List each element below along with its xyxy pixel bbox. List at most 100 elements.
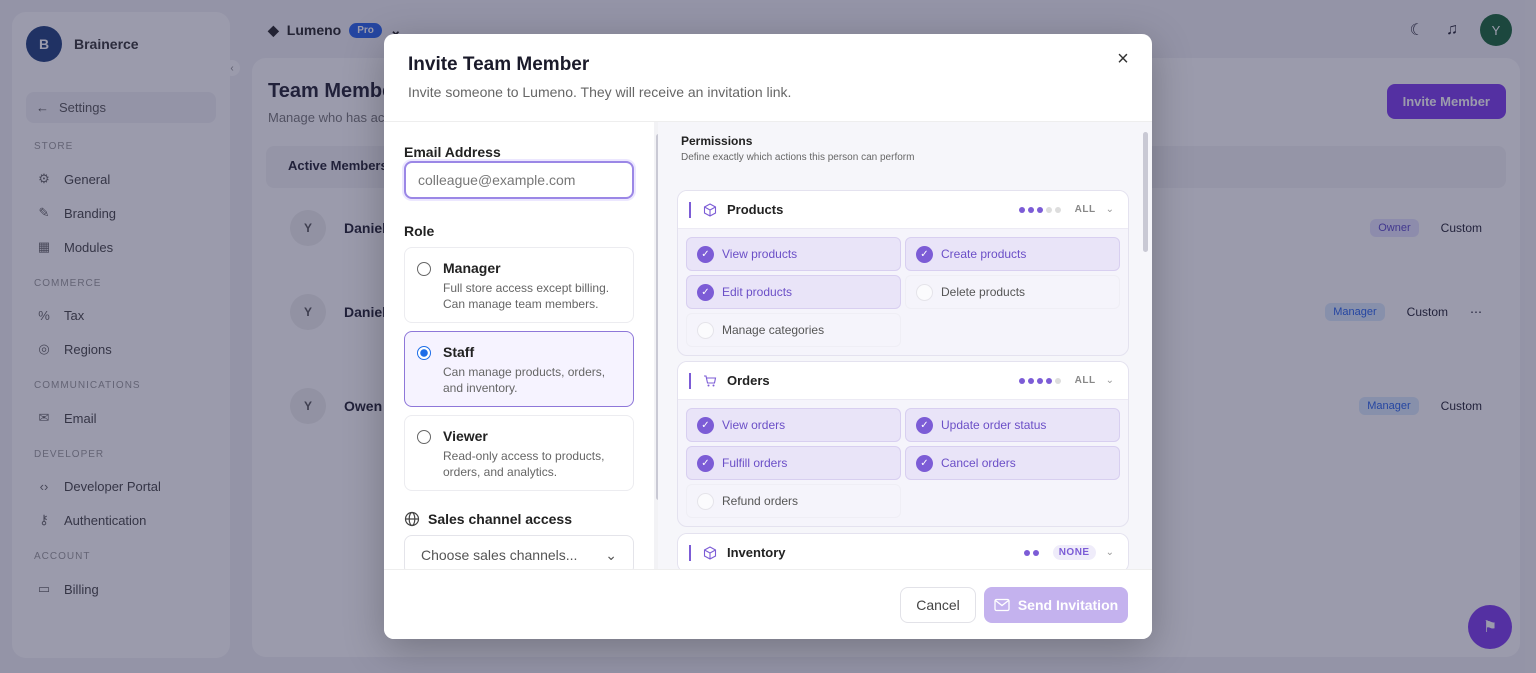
permission-label: Edit products [722, 285, 793, 299]
group-status[interactable]: NONE [1052, 545, 1096, 560]
permission-label: Cancel orders [941, 456, 1016, 470]
box-icon [703, 545, 717, 560]
permission-label: Manage categories [722, 323, 825, 337]
check-icon: ✓ [916, 454, 933, 472]
permission-label: View orders [722, 418, 786, 432]
permission-edit-products[interactable]: ✓ Edit products [686, 275, 901, 309]
level-dot [1032, 549, 1039, 556]
permission-create-products[interactable]: ✓ Create products [905, 237, 1120, 271]
permission-label: Refund orders [722, 494, 799, 508]
level-dot [1018, 377, 1025, 384]
group-status[interactable]: ALL [1075, 375, 1096, 386]
check-icon: ✓ [697, 283, 714, 301]
permission-cancel-orders[interactable]: ✓ Cancel orders [905, 446, 1120, 480]
level-dot [1045, 377, 1052, 384]
permission-delete-products[interactable]: Delete products [905, 275, 1120, 309]
modal-header: Invite Team Member Invite someone to Lum… [384, 34, 1152, 122]
check-icon: ✓ [697, 454, 714, 472]
group-name: Orders [727, 373, 770, 388]
permissions-title: Permissions [681, 134, 753, 148]
sales-channel-placeholder: Choose sales channels... [421, 547, 578, 563]
permissions-panel: Permissions Define exactly which actions… [658, 122, 1152, 569]
modal-footer: Cancel Send Invitation [384, 569, 1152, 639]
permission-group-orders: Orders ALL ⌄ ✓ View orders ✓ Update order … [677, 361, 1129, 527]
group-accent-bar [689, 544, 691, 561]
permission-manage-categories[interactable]: Manage categories [686, 313, 901, 347]
permission-view-products[interactable]: ✓ View products [686, 237, 901, 271]
radio-staff[interactable] [417, 346, 431, 360]
role-name: Staff [443, 344, 475, 360]
permission-group-inventory: Inventory NONE ⌄ [677, 533, 1129, 569]
modal-title: Invite Team Member [408, 54, 590, 75]
cart-icon [704, 374, 717, 386]
check-icon: ✓ [697, 416, 714, 434]
permission-group-products: Products ALL ⌄ ✓ View products ✓ Create pr… [677, 190, 1129, 356]
role-option-staff[interactable]: Staff Can manage products, orders, and i… [404, 331, 634, 407]
check-icon: ✓ [697, 245, 714, 263]
mail-icon [994, 598, 1010, 612]
level-dot [1018, 206, 1025, 213]
permission-grid: ✓ View orders ✓ Update order status ✓ Fulfi… [678, 400, 1128, 526]
role-name: Manager [443, 260, 501, 276]
permission-update-order-status[interactable]: ✓ Update order status [905, 408, 1120, 442]
group-accent-bar [689, 201, 691, 218]
group-name: Inventory [727, 545, 786, 560]
permission-label: Fulfill orders [722, 456, 788, 470]
level-dot [1054, 206, 1061, 213]
check-icon: ✓ [916, 416, 933, 434]
chevron-down-icon[interactable]: ⌄ [1106, 547, 1114, 558]
permissions-subtitle: Define exactly which actions this person… [681, 152, 915, 163]
role-option-viewer[interactable]: Viewer Read-only access to products, ord… [404, 415, 634, 491]
level-dot [1023, 549, 1030, 556]
chevron-down-icon[interactable]: ⌄ [1106, 375, 1114, 386]
permission-view-orders[interactable]: ✓ View orders [686, 408, 901, 442]
sales-channel-label-row: Sales channel access [404, 511, 634, 527]
permission-label: View products [722, 247, 798, 261]
group-name: Products [727, 202, 784, 217]
permissions-header: Permissions Define exactly which actions… [681, 134, 914, 163]
invite-form: Email Address Role Manager Full store ac… [404, 144, 634, 575]
role-description: Full store access except billing. Can ma… [443, 281, 610, 311]
unchecked-circle-icon [697, 321, 714, 339]
permission-label: Update order status [941, 418, 1047, 432]
level-dot [1036, 206, 1043, 213]
permission-level-dots [1018, 377, 1061, 384]
role-description: Can manage products, orders, and invento… [443, 365, 606, 395]
group-header[interactable]: Products ALL ⌄ [678, 191, 1128, 229]
close-icon[interactable]: × [1112, 48, 1134, 70]
check-icon: ✓ [916, 245, 933, 263]
permission-refund-orders[interactable]: Refund orders [686, 484, 901, 518]
role-option-manager[interactable]: Manager Full store access except billing… [404, 247, 634, 323]
level-dot [1027, 377, 1034, 384]
level-dot [1054, 377, 1061, 384]
send-invitation-button[interactable]: Send Invitation [984, 587, 1128, 623]
level-dot [1036, 377, 1043, 384]
globe-icon [404, 511, 420, 527]
chevron-down-icon: ⌄ [605, 546, 617, 563]
group-accent-bar [689, 372, 691, 389]
invite-modal: Invite Team Member Invite someone to Lum… [384, 34, 1152, 639]
permission-label: Delete products [941, 285, 1026, 299]
role-name: Viewer [443, 428, 488, 444]
permission-level-dots [1018, 206, 1061, 213]
level-dot [1045, 206, 1052, 213]
permission-fulfill-orders[interactable]: ✓ Fulfill orders [686, 446, 901, 480]
chevron-down-icon[interactable]: ⌄ [1106, 204, 1114, 215]
unchecked-circle-icon [916, 283, 933, 301]
role-label: Role [404, 223, 435, 239]
email-label: Email Address [404, 144, 501, 160]
permission-label: Create products [941, 247, 1027, 261]
level-dot [1027, 206, 1034, 213]
email-field[interactable] [404, 161, 634, 199]
group-header[interactable]: Orders ALL ⌄ [678, 362, 1128, 400]
cancel-button[interactable]: Cancel [900, 587, 976, 623]
group-header[interactable]: Inventory NONE ⌄ [678, 534, 1128, 569]
sales-channel-label: Sales channel access [428, 511, 572, 527]
unchecked-circle-icon [697, 492, 714, 510]
group-status[interactable]: ALL [1075, 204, 1096, 215]
radio-viewer[interactable] [417, 430, 431, 444]
box-icon [703, 202, 717, 217]
right-scrollbar[interactable] [1143, 132, 1148, 252]
radio-manager[interactable] [417, 262, 431, 276]
permission-level-dots [1023, 549, 1039, 556]
